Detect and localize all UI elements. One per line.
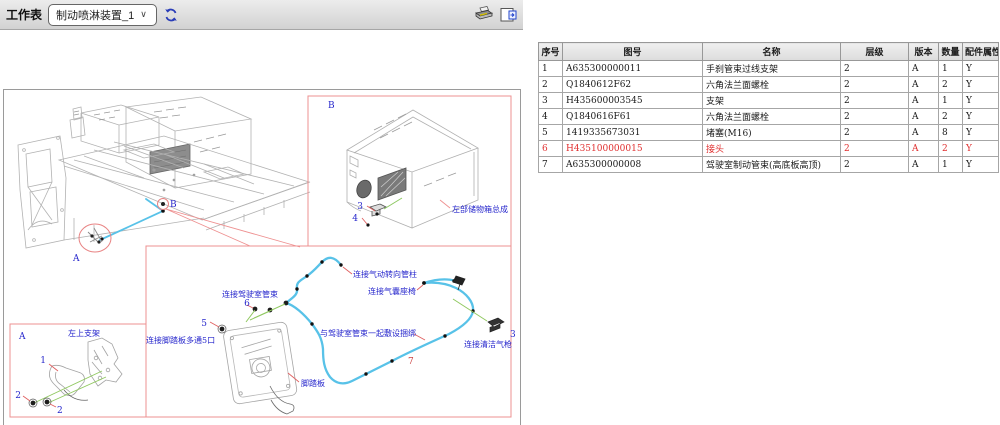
exploded-diagram: A B 3 4 左部储物箱总成 B 1 2 2 左上支架 A 连接驾驶室管束 6…	[9, 95, 516, 418]
table-panel: 完整表 序号 图号 名称 层级 版本 数量 配件属性	[535, 0, 1000, 425]
table-row[interactable]: 2 Q1840612F62 六角法兰面螺栓 2 A 2 Y	[538, 76, 999, 93]
callout-3: 3	[510, 330, 516, 340]
worksheet-label: 工作表	[6, 8, 43, 22]
label-steering: 连接气动转向管柱	[353, 269, 417, 279]
col-level: 层级	[840, 42, 909, 61]
detail-a-callouts: 1 2 2 左上支架 A	[15, 328, 107, 416]
pipe-detail-labels: 连接驾驶室管束 6 5 连接脚踏板多通5口 连接气动转向管柱 连接气囊座椅 与驾…	[146, 269, 516, 388]
detail-a-callout-1: 1	[40, 356, 46, 366]
col-attr: 配件属性	[962, 42, 999, 61]
main-pipe	[99, 198, 165, 241]
parts-table: 序号 图号 名称 层级 版本 数量 配件属性 1 A635300000011 手…	[538, 42, 999, 173]
detail-b-callout-3: 3	[357, 202, 363, 212]
detail-a-tag: A	[18, 332, 26, 342]
diagram-panel: 工作表 制动喷淋装置_1 ∨ A B 3 4 左部储物箱总成 B 1 2 2 左…	[0, 0, 529, 425]
refresh-icon[interactable]	[163, 7, 179, 23]
parts-catalog-app: 工作表 制动喷淋装置_1 ∨ A B 3 4 左部储物箱总成 B 1 2 2 左…	[0, 0, 1000, 425]
callout-6: 6	[244, 299, 250, 309]
footboard-art	[223, 321, 298, 415]
detail-a-title: 左上支架	[68, 328, 100, 338]
main-tag-b: B	[170, 200, 177, 210]
col-no: 序号	[538, 42, 563, 61]
detail-b-tag: B	[328, 101, 335, 111]
chevron-down-icon: ∨	[140, 9, 147, 19]
label-footboard: 脚踏板	[301, 378, 325, 388]
col-name: 名称	[702, 42, 841, 61]
table-row[interactable]: 3 H435600003545 支架 2 A 1 Y	[538, 92, 999, 109]
col-part: 图号	[562, 42, 703, 61]
insert-page-icon[interactable]	[500, 7, 517, 23]
table-row[interactable]: 7 A635300000008 驾驶室制动管束(高底板高顶) 2 A 1 Y	[538, 156, 999, 173]
table-row[interactable]: 5 1419335673031 堵塞(M16) 2 A 8 Y	[538, 124, 999, 141]
col-qty: 数量	[938, 42, 963, 61]
table-row-highlighted[interactable]: 6 H435100000015 接头 2 A 2 Y	[538, 140, 999, 157]
label-air-seat: 连接气囊座椅	[368, 286, 416, 296]
main-chassis-art	[17, 96, 311, 249]
left-toolbar: 工作表 制动喷淋装置_1 ∨	[0, 0, 523, 30]
label-air-gun: 连接清洁气枪	[464, 339, 512, 349]
printer-icon[interactable]	[474, 6, 494, 23]
label-cab-harness: 连接驾驶室管束	[222, 289, 278, 299]
detail-b-caption: 左部储物箱总成	[452, 204, 508, 214]
label-bundle: 与驾驶室管束一起敷设捆绑	[320, 328, 416, 338]
diagram-frame: A B 3 4 左部储物箱总成 B 1 2 2 左上支架 A 连接驾驶室管束 6…	[3, 89, 521, 425]
parts-table-header: 序号 图号 名称 层级 版本 数量 配件属性	[538, 42, 999, 61]
worksheet-select-value: 制动喷淋装置_1	[56, 9, 135, 22]
label-pedal-port: 连接脚踏板多通5口	[146, 335, 215, 345]
worksheet-select[interactable]: 制动喷淋装置_1 ∨	[48, 3, 158, 26]
col-version: 版本	[908, 42, 939, 61]
detail-a-callout-2a: 2	[15, 391, 21, 401]
table-row[interactable]: 1 A635300000011 手刹管束过线支架 2 A 1 Y	[538, 60, 999, 77]
detail-b-callout-4: 4	[352, 214, 358, 224]
callout-5: 5	[201, 319, 207, 329]
callout-7: 7	[408, 357, 414, 367]
detail-a-callout-2b: 2	[57, 406, 63, 416]
main-tag-a: A	[72, 254, 80, 264]
table-row[interactable]: 4 Q1840616F61 六角法兰面螺栓 2 A 2 Y	[538, 108, 999, 125]
